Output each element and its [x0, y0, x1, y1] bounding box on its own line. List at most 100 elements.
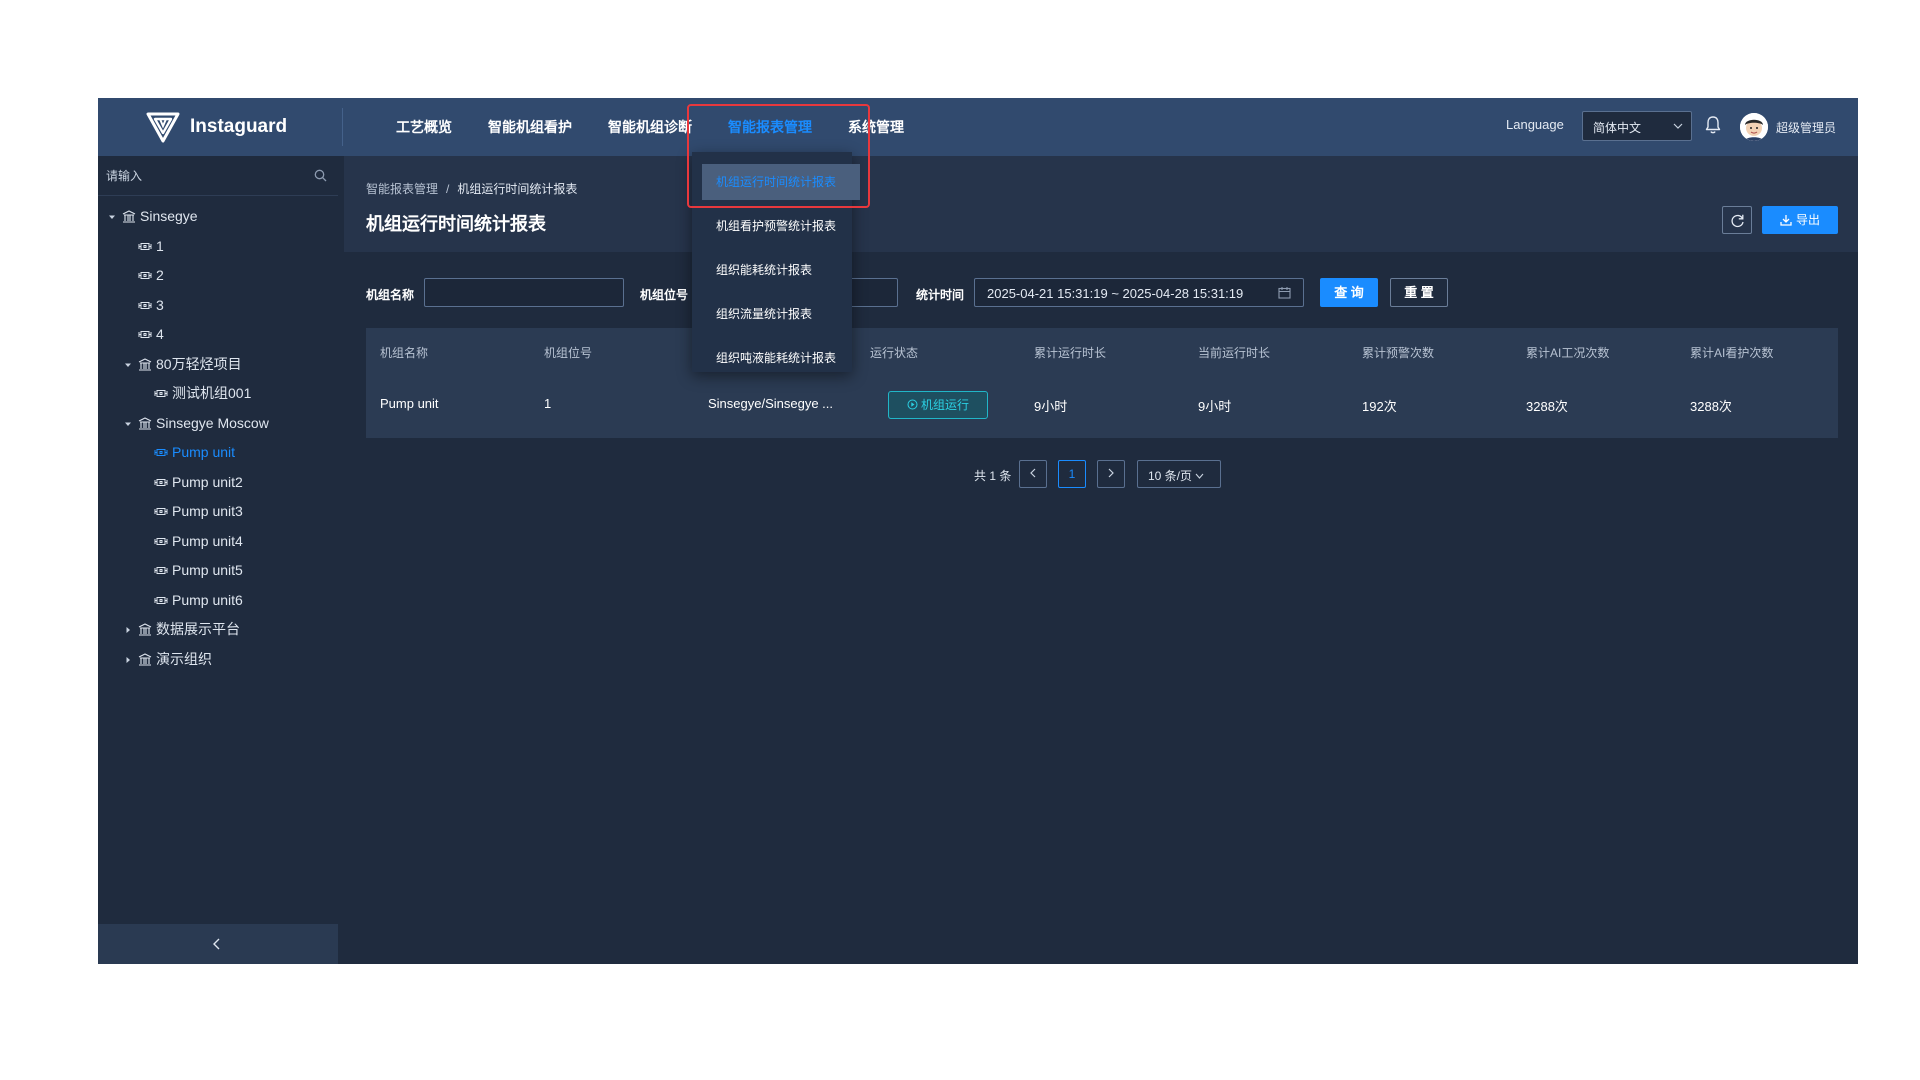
- tree-node-unit[interactable]: 3: [98, 291, 338, 321]
- user-avatar[interactable]: [1740, 113, 1768, 141]
- main-content: 智能报表管理 / 机组运行时间统计报表 机组运行时间统计报表 导出 机组名称 机组位…: [344, 156, 1858, 964]
- tree-node-org[interactable]: 数据展示平台: [98, 615, 338, 645]
- breadcrumb-separator: /: [446, 182, 450, 196]
- top-header: Instaguard 工艺概览 智能机组看护 智能机组诊断 智能报表管理 系统管…: [98, 98, 1858, 156]
- submenu-unit-warning-report[interactable]: 机组看护预警统计报表: [702, 208, 860, 244]
- caret-right-icon[interactable]: [124, 626, 132, 634]
- tree-search: [98, 156, 338, 196]
- export-label: 导出: [1795, 213, 1820, 227]
- col-ai-condition-count[interactable]: 累计AI工况次数: [1526, 344, 1609, 361]
- tree-node-label: 3: [156, 296, 164, 313]
- tree-node-label: Sinsegye Moscow: [156, 414, 269, 431]
- breadcrumb: 智能报表管理 / 机组运行时间统计报表: [366, 180, 577, 197]
- bell-icon[interactable]: [1704, 115, 1722, 135]
- tree-search-input[interactable]: [106, 166, 306, 186]
- col-unit-tag[interactable]: 机组位号: [544, 344, 592, 361]
- chevron-down-icon: [1673, 123, 1683, 129]
- report-submenu: 机组运行时间统计报表 机组看护预警统计报表 组织能耗统计报表 组织流量统计报表 …: [692, 152, 860, 372]
- page-size-select[interactable]: 10 条/页: [1137, 460, 1221, 488]
- download-icon: [1780, 215, 1792, 226]
- building-icon: [122, 210, 136, 223]
- query-button[interactable]: 查 询: [1320, 278, 1378, 307]
- chevron-left-icon: [213, 938, 220, 950]
- cell-ai-condition-count: 3288次: [1526, 399, 1568, 414]
- tree-node-unit[interactable]: Pump unit3: [98, 497, 338, 527]
- building-icon: [138, 416, 152, 430]
- caret-down-icon[interactable]: [108, 213, 116, 221]
- cell-warning-count: 192次: [1362, 399, 1397, 414]
- pump-unit-icon: [154, 390, 168, 397]
- tree-node-unit[interactable]: Pump unit: [98, 438, 338, 468]
- nav-process-overview[interactable]: 工艺概览: [378, 98, 470, 156]
- caret-down-icon[interactable]: [124, 361, 132, 369]
- search-icon[interactable]: [314, 169, 327, 182]
- tree-node-unit[interactable]: Pump unit6: [98, 586, 338, 616]
- col-warning-count[interactable]: 累计预警次数: [1362, 344, 1434, 361]
- cell-total-runtime: 9小时: [1034, 399, 1068, 414]
- prev-page-button[interactable]: [1019, 460, 1047, 488]
- nav-unit-diagnosis[interactable]: 智能机组诊断: [590, 98, 710, 156]
- tree-node-org[interactable]: 80万轻烃项目: [98, 350, 338, 380]
- col-run-status[interactable]: 运行状态: [870, 344, 918, 361]
- submenu-unit-runtime-report[interactable]: 机组运行时间统计报表: [702, 164, 860, 200]
- col-ai-care-count[interactable]: 累计AI看护次数: [1690, 344, 1773, 361]
- col-current-runtime[interactable]: 当前运行时长: [1198, 344, 1270, 361]
- language-select[interactable]: 简体中文: [1582, 111, 1692, 141]
- nav-system-management[interactable]: 系统管理: [830, 98, 922, 156]
- nav-report-management[interactable]: 智能报表管理: [710, 98, 830, 156]
- reset-button[interactable]: 重 置: [1390, 278, 1448, 307]
- breadcrumb-current: 机组运行时间统计报表: [457, 182, 578, 196]
- tree-node-label: 数据展示平台: [156, 621, 240, 637]
- filter-bar: 机组名称 机组位号 统计时间 2025-04-21 15:31:19 ~ 202…: [366, 278, 1846, 308]
- language-value: 简体中文: [1593, 121, 1642, 135]
- export-button[interactable]: 导出: [1762, 206, 1838, 234]
- chevron-down-icon: [1195, 473, 1204, 479]
- submenu-org-ton-energy-report[interactable]: 组织吨液能耗统计报表: [702, 340, 860, 376]
- tree-node-label: Pump unit4: [172, 532, 243, 549]
- page-number-button[interactable]: 1: [1058, 460, 1086, 488]
- status-badge: 机组运行: [888, 391, 988, 419]
- tree-node-org[interactable]: Sinsegye: [98, 202, 338, 232]
- tree-node-unit[interactable]: Pump unit2: [98, 468, 338, 498]
- tree-node-unit[interactable]: 4: [98, 320, 338, 350]
- col-total-runtime[interactable]: 累计运行时长: [1034, 344, 1106, 361]
- cell-current-runtime: 9小时: [1198, 399, 1232, 414]
- tree-node-label: 2: [156, 267, 164, 283]
- tree-node-org[interactable]: Sinsegye Moscow: [98, 409, 338, 439]
- tree-node-label: Pump unit2: [172, 473, 243, 490]
- running-status-icon: [907, 399, 918, 410]
- pump-unit-icon: [138, 242, 152, 250]
- calendar-icon: [1278, 287, 1291, 299]
- refresh-button[interactable]: [1722, 206, 1752, 234]
- caret-right-icon[interactable]: [124, 656, 132, 664]
- tree-node-unit[interactable]: 1: [98, 232, 338, 262]
- logo[interactable]: Instaguard: [146, 110, 287, 144]
- date-range-picker[interactable]: 2025-04-21 15:31:19 ~ 2025-04-28 15:31:1…: [974, 278, 1304, 307]
- caret-down-icon[interactable]: [124, 420, 132, 428]
- user-name[interactable]: 超级管理员: [1776, 119, 1836, 136]
- submenu-org-energy-report[interactable]: 组织能耗统计报表: [702, 252, 860, 288]
- tree-node-org[interactable]: 演示组织: [98, 645, 338, 675]
- tree-node-unit[interactable]: 测试机组001: [98, 379, 338, 409]
- next-page-button[interactable]: [1097, 460, 1125, 488]
- page-title: 机组运行时间统计报表: [366, 214, 546, 234]
- pump-unit-icon: [154, 596, 168, 604]
- submenu-org-flow-report[interactable]: 组织流量统计报表: [702, 296, 860, 332]
- col-unit-name[interactable]: 机组名称: [380, 344, 428, 361]
- tree-node-unit[interactable]: 2: [98, 261, 338, 291]
- report-table: 机组名称 机组位号 运行状态 累计运行时长 当前运行时长 累计预警次数 累计AI…: [366, 328, 1838, 438]
- cell-unit-name: Pump unit: [380, 396, 439, 411]
- pump-unit-icon: [154, 537, 168, 545]
- pump-unit-icon: [154, 567, 168, 574]
- nav-unit-care[interactable]: 智能机组看护: [470, 98, 590, 156]
- unit-name-input[interactable]: [424, 278, 624, 307]
- tree-node-label: 1: [156, 237, 164, 254]
- breadcrumb-parent[interactable]: 智能报表管理: [366, 182, 438, 196]
- pump-unit-icon: [154, 478, 168, 486]
- tree-node-unit[interactable]: Pump unit5: [98, 556, 338, 586]
- sidebar-collapse-button[interactable]: [98, 924, 338, 964]
- sidebar: Sinsegye 1 2 3 4 80万轻烃项目测试机组001 Sinsegye Mosco…: [98, 156, 338, 964]
- chevron-right-icon: [1108, 468, 1114, 478]
- tree-node-unit[interactable]: Pump unit4: [98, 527, 338, 557]
- status-label: 机组运行: [920, 398, 969, 412]
